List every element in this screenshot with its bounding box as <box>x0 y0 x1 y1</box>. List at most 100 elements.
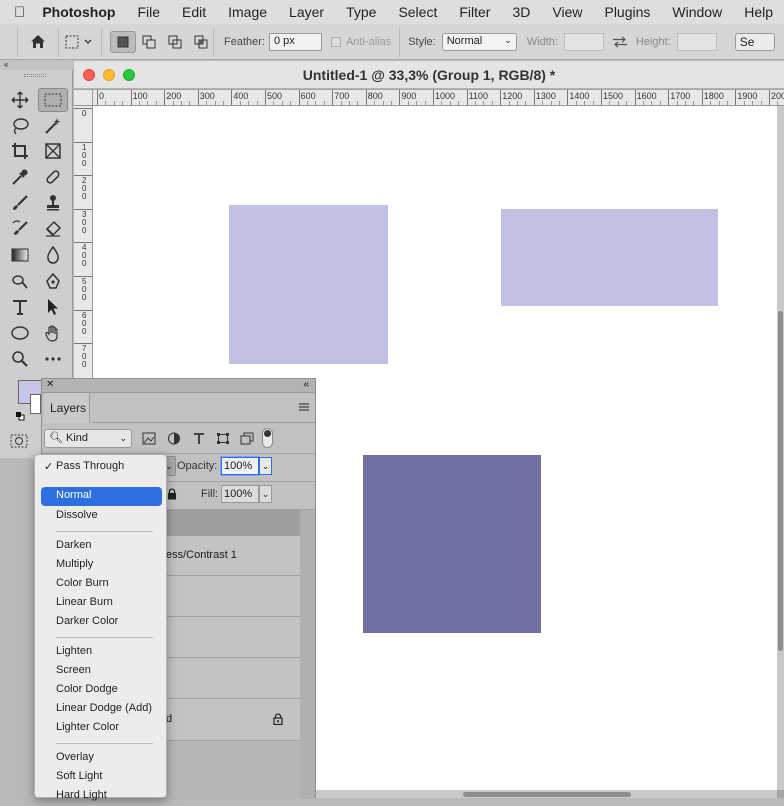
width-input[interactable] <box>563 32 604 51</box>
pixel-filter-icon[interactable] <box>142 432 156 445</box>
adjustment-filter-icon[interactable] <box>167 432 181 445</box>
blend-multiply[interactable]: Multiply <box>35 556 168 575</box>
document-title: Untitled-1 @ 33,3% (Group 1, RGB/8) * <box>302 67 556 83</box>
crop-tool-icon[interactable] <box>8 140 32 162</box>
menu-image[interactable]: Image <box>217 4 278 20</box>
light-rectangle-1[interactable] <box>229 205 388 364</box>
default-colors-icon[interactable] <box>15 410 25 421</box>
type-filter-icon[interactable] <box>192 432 206 445</box>
close-panel-icon[interactable]: ✕ <box>46 379 54 390</box>
opacity-input[interactable]: 100% <box>221 457 259 475</box>
blend-hard-light[interactable]: Hard Light <box>35 787 168 806</box>
anti-alias-checkbox[interactable] <box>330 36 341 47</box>
menu-3d[interactable]: 3D <box>501 4 541 20</box>
home-icon[interactable] <box>18 34 58 49</box>
feather-input[interactable]: 0 px <box>268 32 322 51</box>
collapse-panel-icon[interactable]: « <box>303 379 309 390</box>
blend-lighter-color[interactable]: Lighter Color <box>35 719 168 738</box>
blend-darker-color[interactable]: Darker Color <box>35 613 168 632</box>
pen-tool-icon[interactable] <box>41 270 65 292</box>
move-tool-icon[interactable] <box>8 89 32 111</box>
add-to-selection-icon[interactable] <box>136 35 162 49</box>
background-color-swatch[interactable] <box>30 394 41 414</box>
layers-scrollbar[interactable] <box>300 510 315 799</box>
blend-lighten[interactable]: Lighten <box>35 643 168 662</box>
menu-view[interactable]: View <box>541 4 593 20</box>
menu-edit[interactable]: Edit <box>171 4 217 20</box>
shape-filter-icon[interactable] <box>216 432 230 445</box>
more-tools-icon[interactable] <box>41 348 65 370</box>
lasso-tool-icon[interactable] <box>8 115 32 137</box>
history-brush-tool-icon[interactable] <box>8 218 32 240</box>
menu-filter[interactable]: Filter <box>448 4 501 20</box>
menu-window[interactable]: Window <box>661 4 733 20</box>
blend-screen[interactable]: Screen <box>35 662 168 681</box>
blend-dissolve[interactable]: Dissolve <box>35 507 168 526</box>
panel-menu-icon[interactable] <box>298 401 310 411</box>
menu-layer[interactable]: Layer <box>278 4 335 20</box>
fill-value: 100% <box>224 488 253 500</box>
blend-normal[interactable]: Normal <box>41 487 162 506</box>
rectangular-marquee-tool-icon[interactable] <box>38 88 68 112</box>
gradient-tool-icon[interactable] <box>8 244 32 266</box>
filter-kind-select[interactable]: 🔍︎ Kind ⌄ <box>44 429 132 448</box>
type-tool-icon[interactable] <box>8 296 32 318</box>
fill-label: Fill: <box>201 488 219 500</box>
blur-tool-icon[interactable] <box>41 244 65 266</box>
blend-color-dodge[interactable]: Color Dodge <box>35 681 168 700</box>
menu-help[interactable]: Help <box>733 4 784 20</box>
menu-app-name[interactable]: Photoshop <box>31 4 126 20</box>
filter-toggle[interactable] <box>262 428 273 448</box>
blend-pass-through[interactable]: Pass Through <box>35 458 168 477</box>
brush-tool-icon[interactable] <box>8 192 32 214</box>
apple-icon[interactable]:  <box>14 4 31 21</box>
horizontal-ruler[interactable]: 0 100 200 300 400 500 600 700 800 900 1000 1100 1200… <box>93 90 784 106</box>
eraser-tool-icon[interactable] <box>41 218 65 240</box>
horizontal-scroll-thumb[interactable] <box>463 792 631 797</box>
subtract-from-selection-icon[interactable] <box>162 35 188 49</box>
lock-all-icon[interactable] <box>167 488 177 500</box>
swap-width-height-icon[interactable] <box>604 35 636 48</box>
light-rectangle-2[interactable] <box>501 209 718 306</box>
clone-stamp-tool-icon[interactable] <box>41 192 65 214</box>
dodge-tool-icon[interactable] <box>8 270 32 292</box>
blend-overlay[interactable]: Overlay <box>35 749 168 768</box>
style-select[interactable]: Normal ⌄ <box>441 32 517 51</box>
tab-layers[interactable]: Layers <box>44 393 90 423</box>
select-and-mask-button[interactable]: Se <box>734 32 775 51</box>
ruler-tick <box>634 90 636 105</box>
eyedropper-tool-icon[interactable] <box>8 166 32 188</box>
hand-tool-icon[interactable] <box>41 322 65 344</box>
menu-plugins[interactable]: Plugins <box>593 4 661 20</box>
smart-object-filter-icon[interactable] <box>240 432 254 445</box>
blend-darken[interactable]: Darken <box>35 537 168 556</box>
intersect-selection-icon[interactable] <box>188 26 214 57</box>
magic-wand-tool-icon[interactable] <box>41 115 65 137</box>
marquee-preset-picker[interactable] <box>58 26 102 57</box>
opacity-slider-toggle[interactable]: ⌄ <box>259 457 272 475</box>
ruler-origin[interactable] <box>74 90 93 106</box>
menu-file[interactable]: File <box>126 4 171 20</box>
blend-soft-light[interactable]: Soft Light <box>35 768 168 787</box>
blend-color-burn[interactable]: Color Burn <box>35 575 168 594</box>
new-selection-icon[interactable] <box>110 30 136 53</box>
blend-linear-burn[interactable]: Linear Burn <box>35 594 168 613</box>
path-selection-tool-icon[interactable] <box>41 296 65 318</box>
menu-type[interactable]: Type <box>335 4 387 20</box>
ruler-label: 500 <box>82 277 87 302</box>
healing-brush-tool-icon[interactable] <box>41 166 65 188</box>
vertical-scrollbar[interactable] <box>777 106 784 790</box>
zoom-tool-icon[interactable] <box>8 348 32 370</box>
menu-select[interactable]: Select <box>387 4 448 20</box>
ruler-label: 0 <box>82 109 87 118</box>
blend-linear-dodge-add[interactable]: Linear Dodge (Add) <box>35 700 168 719</box>
ellipse-tool-icon[interactable] <box>8 322 32 344</box>
collapse-tools-icon[interactable]: « <box>0 60 73 70</box>
fill-input[interactable]: 100% <box>221 485 259 503</box>
quick-mask-icon[interactable] <box>10 434 28 448</box>
dark-rectangle[interactable] <box>363 455 541 633</box>
frame-tool-icon[interactable] <box>41 140 65 162</box>
height-input[interactable] <box>676 32 717 51</box>
fill-slider-toggle[interactable]: ⌄ <box>259 485 272 503</box>
vertical-scroll-thumb[interactable] <box>778 311 783 651</box>
